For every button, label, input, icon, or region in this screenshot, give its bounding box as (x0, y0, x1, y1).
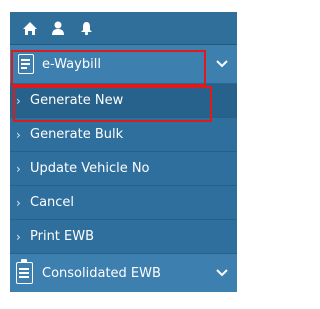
chevron-right-icon: › (16, 127, 21, 142)
top-icon-bar (10, 12, 237, 45)
chevron-right-icon: › (16, 229, 21, 244)
menu-item-generate-new[interactable]: › Generate New (10, 84, 237, 118)
menu-item-label: Cancel (30, 195, 75, 210)
menu-item-label: Generate New (30, 93, 124, 108)
chevron-right-icon: › (16, 161, 21, 176)
menu-item-label: Print EWB (30, 229, 95, 244)
chevron-down-icon[interactable] (213, 45, 231, 83)
clipboard-icon (16, 259, 33, 284)
sidebar-panel: e-Waybill › Generate New › Generate Bulk… (10, 12, 237, 292)
ewaybill-menu-header[interactable]: e-Waybill (10, 45, 237, 84)
bell-icon[interactable] (72, 12, 100, 44)
chevron-down-icon[interactable] (213, 254, 231, 292)
menu-item-label: Update Vehicle No (30, 161, 150, 176)
chevron-right-icon: › (16, 93, 21, 108)
menu-item-label: Generate Bulk (30, 127, 124, 142)
ewaybill-label: e-Waybill (42, 56, 101, 72)
consolidated-ewb-label: Consolidated EWB (42, 265, 161, 281)
home-icon[interactable] (16, 12, 44, 44)
menu-item-cancel[interactable]: › Cancel (10, 186, 237, 220)
menu-item-generate-bulk[interactable]: › Generate Bulk (10, 118, 237, 152)
menu-item-update-vehicle-no[interactable]: › Update Vehicle No (10, 152, 237, 186)
menu-item-print-ewb[interactable]: › Print EWB (10, 220, 237, 254)
document-icon (18, 54, 34, 74)
chevron-right-icon: › (16, 195, 21, 210)
user-icon[interactable] (44, 12, 72, 44)
consolidated-ewb-menu-header[interactable]: Consolidated EWB (10, 254, 237, 292)
